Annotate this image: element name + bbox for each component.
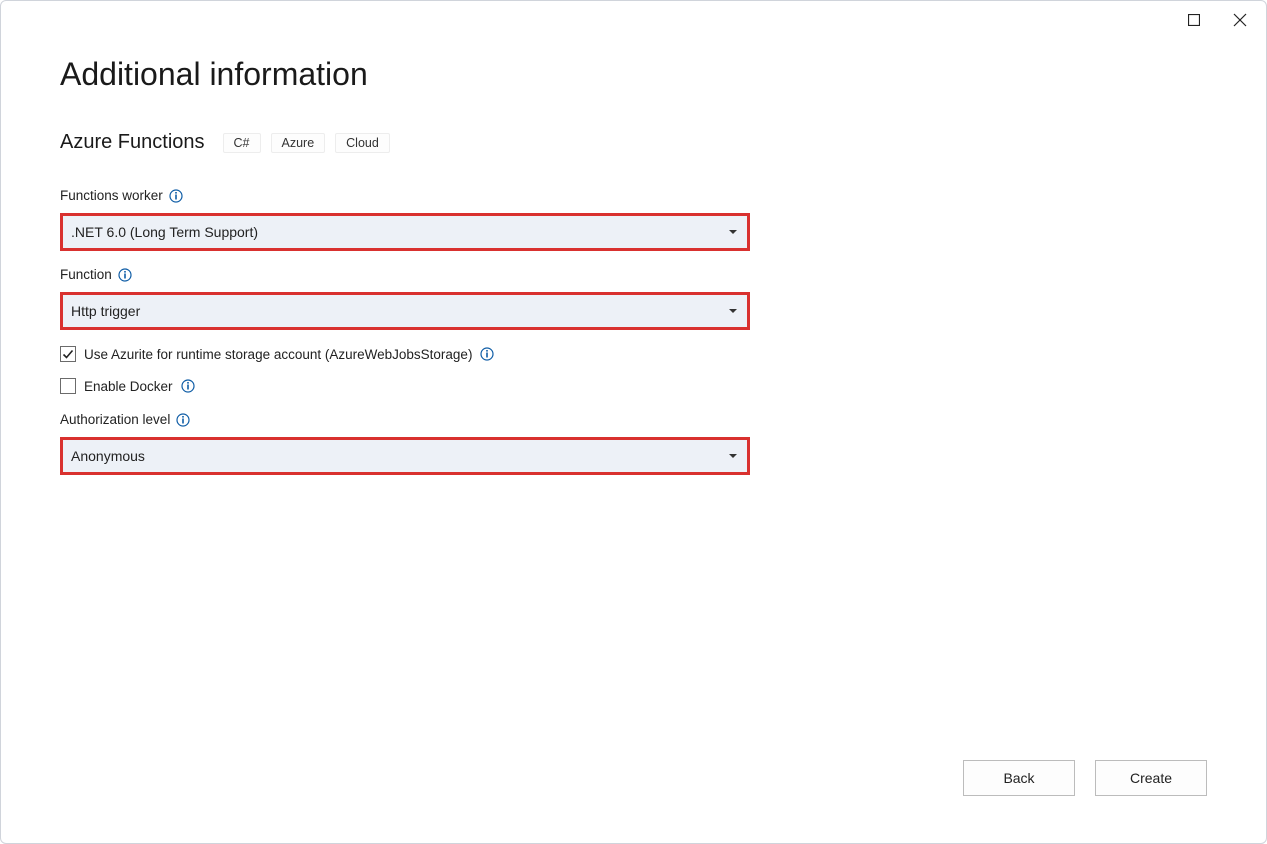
chevron-down-icon [729,228,737,236]
back-button[interactable]: Back [963,760,1075,796]
window-controls [1171,4,1263,36]
close-icon [1233,13,1247,27]
info-icon[interactable] [169,189,183,203]
info-icon[interactable] [176,413,190,427]
chevron-down-icon [729,307,737,315]
function-trigger-label: Function [60,267,112,282]
enable-docker-label: Enable Docker [84,379,173,394]
tag-cloud: Cloud [335,133,390,153]
authorization-level-select[interactable]: Anonymous [60,437,750,475]
maximize-button[interactable] [1171,4,1217,36]
functions-worker-select[interactable]: .NET 6.0 (Long Term Support) [60,213,750,251]
function-trigger-label-row: Function [60,267,750,282]
enable-docker-row: Enable Docker [60,378,1207,394]
tag-csharp: C# [223,133,261,153]
authorization-level-value: Anonymous [71,448,145,464]
info-icon[interactable] [181,379,195,393]
tag-list: C# Azure Cloud [223,133,390,153]
functions-worker-label-row: Functions worker [60,188,750,203]
project-type-label: Azure Functions [60,131,205,154]
enable-docker-checkbox[interactable] [60,378,76,394]
use-azurite-checkbox[interactable] [60,346,76,362]
page-title: Additional information [60,56,1207,93]
subtitle-row: Azure Functions C# Azure Cloud [60,131,1207,154]
footer-buttons: Back Create [963,760,1207,796]
tag-azure: Azure [271,133,326,153]
info-icon[interactable] [480,347,494,361]
functions-worker-label: Functions worker [60,188,163,203]
close-button[interactable] [1217,4,1263,36]
authorization-level-label-row: Authorization level [60,412,750,427]
use-azurite-label: Use Azurite for runtime storage account … [84,347,472,362]
chevron-down-icon [729,452,737,460]
authorization-level-label: Authorization level [60,412,170,427]
functions-worker-value: .NET 6.0 (Long Term Support) [71,224,258,240]
function-trigger-value: Http trigger [71,303,140,319]
info-icon[interactable] [118,268,132,282]
use-azurite-row: Use Azurite for runtime storage account … [60,346,1207,362]
maximize-icon [1188,14,1200,26]
create-button[interactable]: Create [1095,760,1207,796]
function-trigger-select[interactable]: Http trigger [60,292,750,330]
